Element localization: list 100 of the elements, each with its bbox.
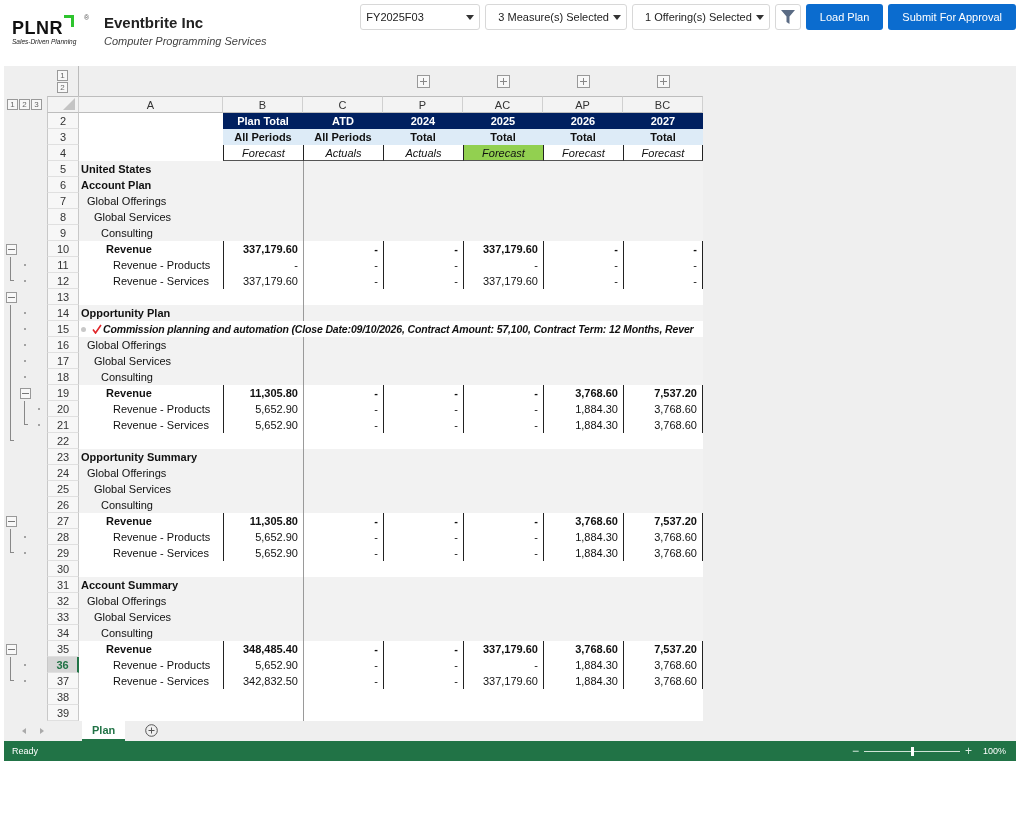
row-number[interactable]: 3 [47, 129, 79, 145]
row-number[interactable]: 5 [47, 161, 79, 177]
column-header[interactable]: P [383, 96, 463, 113]
outline-level-button[interactable]: 1 [57, 69, 68, 81]
value-cell: 1,884.30 [543, 545, 623, 561]
header-cell: Forecast [463, 145, 543, 161]
row-number[interactable]: 10 [47, 241, 79, 257]
row-number[interactable]: 24 [47, 465, 79, 481]
header-cell: All Periods [303, 129, 383, 145]
value-cell: 3,768.60 [623, 401, 703, 417]
outline-level-button[interactable]: 1 [7, 99, 18, 110]
row-number[interactable]: 33 [47, 609, 79, 625]
row-number[interactable]: 7 [47, 193, 79, 209]
outline-level-button[interactable]: 2 [57, 81, 68, 93]
row-number[interactable]: 39 [47, 705, 79, 721]
plus-icon [418, 76, 428, 86]
add-sheet-icon[interactable] [145, 724, 159, 737]
action-button[interactable]: Load Plan [805, 4, 884, 30]
row-number[interactable]: 31 [47, 577, 79, 593]
value-cell: - [303, 513, 383, 529]
row-number[interactable]: 36 [47, 657, 79, 673]
action-button[interactable]: Submit For Approval [888, 4, 1016, 30]
value-cell: 337,179.60 [463, 241, 543, 257]
outline-level-button[interactable]: 2 [19, 99, 30, 110]
row-number[interactable]: 25 [47, 481, 79, 497]
zoom-in-button[interactable]: + [964, 745, 972, 757]
header-cell: Total [543, 129, 623, 145]
row-number[interactable]: 4 [47, 145, 79, 161]
sheet-tab[interactable]: Plan [82, 721, 126, 741]
value-cell: 337,179.60 [223, 273, 303, 289]
zoom-out-button[interactable]: − [851, 745, 859, 757]
row-label: Consulting [100, 627, 153, 639]
row-number[interactable]: 20 [47, 401, 79, 417]
row-number[interactable]: 22 [47, 433, 79, 449]
measures-dropdown[interactable]: 3 Measure(s) Selected [485, 4, 627, 30]
row-number[interactable]: 21 [47, 417, 79, 433]
row-number[interactable]: 8 [47, 209, 79, 225]
row-number[interactable]: 27 [47, 513, 79, 529]
collapse-group-button[interactable] [5, 643, 17, 655]
collapse-group-button[interactable] [19, 387, 31, 399]
row-number[interactable]: 30 [47, 561, 79, 577]
plus-icon [578, 76, 588, 86]
row-number[interactable]: 35 [47, 641, 79, 657]
column-header[interactable]: A [79, 96, 223, 113]
row-number[interactable]: 37 [47, 673, 79, 689]
row-number[interactable]: 12 [47, 273, 79, 289]
caret-icon [466, 14, 475, 20]
column-header[interactable]: BC [623, 96, 703, 113]
row-number[interactable]: 19 [47, 385, 79, 401]
row-number[interactable]: 28 [47, 529, 79, 545]
expand-group-button[interactable] [416, 74, 430, 88]
row-number[interactable]: 17 [47, 353, 79, 369]
column-header[interactable]: B [223, 96, 303, 113]
header-cell: 2026 [543, 113, 623, 129]
logo-wordmark: PLNR [12, 18, 63, 38]
zoom-slider-thumb[interactable] [910, 746, 914, 756]
column-header[interactable]: C [303, 96, 383, 113]
value-cell: - [383, 401, 463, 417]
row-number[interactable]: 38 [47, 689, 79, 705]
column-header[interactable]: AC [463, 96, 543, 113]
row-number[interactable]: 32 [47, 593, 79, 609]
row-label: Global Offerings [86, 467, 167, 479]
value-cell: - [463, 417, 543, 433]
row-label: Revenue [105, 643, 152, 655]
value-cell: - [543, 257, 623, 273]
value-cell: - [303, 417, 383, 433]
row-number[interactable]: 15 [47, 321, 79, 337]
collapse-group-button[interactable] [5, 243, 17, 255]
value-cell: 5,652.90 [223, 657, 303, 673]
outline-level-button[interactable]: 3 [31, 99, 42, 110]
value-cell: - [463, 545, 543, 561]
row-number[interactable]: 2 [47, 113, 79, 129]
row-number[interactable]: 18 [47, 369, 79, 385]
value-cell: - [303, 257, 383, 273]
row-number[interactable]: 14 [47, 305, 79, 321]
value-cell: 5,652.90 [223, 417, 303, 433]
expand-group-button[interactable] [576, 74, 590, 88]
collapse-group-button[interactable] [5, 291, 17, 303]
row-label: Revenue [105, 515, 152, 527]
row-number[interactable]: 23 [47, 449, 79, 465]
row-label: Account Plan [80, 179, 152, 191]
filter-button[interactable] [774, 4, 801, 30]
row-number[interactable]: 9 [47, 225, 79, 241]
collapse-group-button[interactable] [5, 515, 17, 527]
offerings-dropdown[interactable]: 1 Offering(s) Selected [632, 4, 770, 30]
row-number[interactable]: 34 [47, 625, 79, 641]
row-number[interactable]: 26 [47, 497, 79, 513]
column-header[interactable]: AP [543, 96, 623, 113]
row-number[interactable]: 16 [47, 337, 79, 353]
header-cell: 2024 [383, 113, 463, 129]
header-cell: Actuals [303, 145, 383, 161]
row-number[interactable]: 6 [47, 177, 79, 193]
row-number[interactable]: 11 [47, 257, 79, 273]
expand-group-button[interactable] [656, 74, 670, 88]
expand-group-button[interactable] [496, 74, 510, 88]
row-number[interactable]: 29 [47, 545, 79, 561]
period-select[interactable]: FY2025F03 [360, 4, 481, 30]
value-cell: 348,485.40 [223, 641, 303, 657]
value-cell: - [463, 657, 543, 673]
row-number[interactable]: 13 [47, 289, 79, 305]
